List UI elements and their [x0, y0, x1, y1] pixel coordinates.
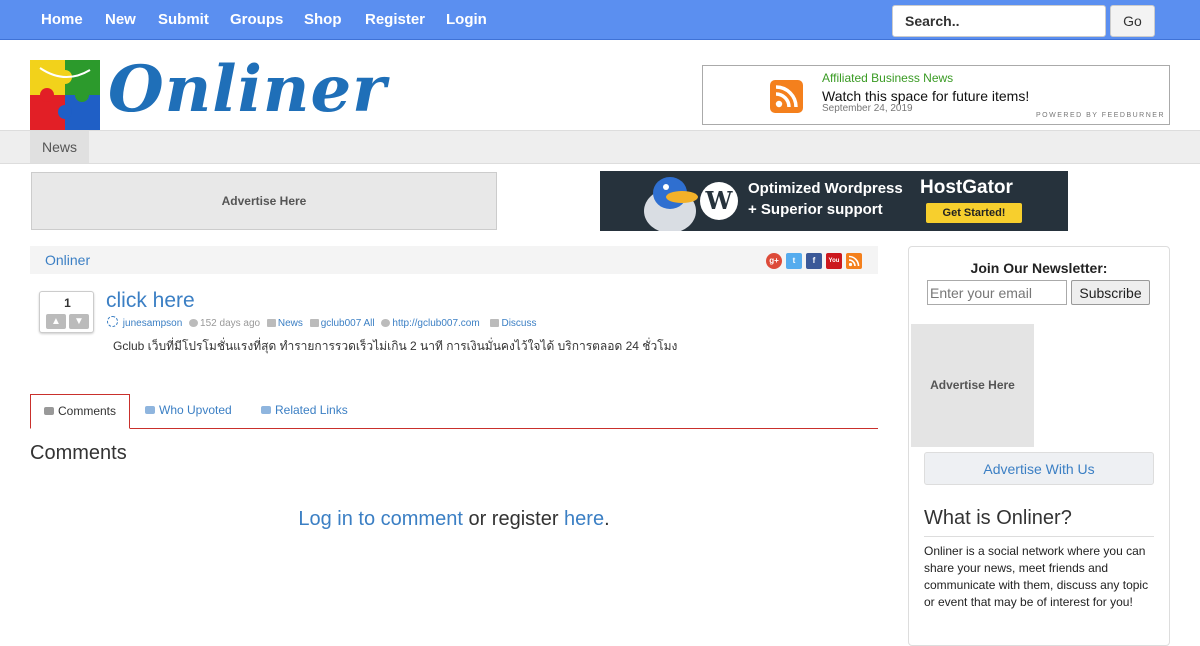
- vote-box: 1 ▲ ▼: [39, 291, 94, 333]
- sidebar: Join Our Newsletter: Subscribe Advertise…: [908, 246, 1170, 646]
- user-avatar-icon: [107, 316, 118, 327]
- thumbs-down-icon[interactable]: ▼: [69, 314, 89, 329]
- nav-groups-link[interactable]: Groups: [230, 0, 283, 40]
- subnav-news-tab[interactable]: News: [30, 131, 89, 163]
- login-to-comment-link[interactable]: Log in to comment: [298, 508, 463, 530]
- top-navbar: Home New Submit Groups Shop Register Log…: [0, 0, 1200, 40]
- story-discuss-link[interactable]: Discuss: [501, 318, 536, 329]
- ad-banner-line1: Optimized Wordpress: [748, 180, 903, 197]
- advertise-here-banner[interactable]: Advertise Here: [31, 172, 497, 230]
- login-to-comment-line: Log in to comment or register here.: [0, 508, 908, 531]
- story-meta: junesampson 152 days ago News gclub007 A…: [107, 316, 536, 329]
- or-register-text: or register: [462, 508, 565, 530]
- feed-powered-by: POWERED BY FEEDBURNER: [1036, 112, 1165, 119]
- search-go-button[interactable]: Go: [1110, 5, 1155, 37]
- thumbs-up-icon: [145, 406, 155, 414]
- breadcrumb: Onliner g+ t f You: [30, 246, 878, 274]
- feedburner-widget: Affiliated Business News Watch this spac…: [702, 65, 1170, 125]
- site-logo-text[interactable]: Onliner: [108, 52, 387, 127]
- tag-icon: [309, 319, 319, 327]
- thumbs-up-icon[interactable]: ▲: [46, 314, 66, 329]
- twitter-icon[interactable]: t: [786, 253, 802, 269]
- vote-count: 1: [64, 296, 71, 310]
- nav-login-link[interactable]: Login: [446, 0, 487, 40]
- what-is-onliner-heading: What is Onliner?: [924, 507, 1072, 529]
- ad-banner-line2: + Superior support: [748, 201, 883, 218]
- rss-icon: [770, 80, 803, 113]
- youtube-icon[interactable]: You: [826, 253, 842, 269]
- subscribe-button[interactable]: Subscribe: [1071, 280, 1150, 305]
- ad-banner-brand: HostGator: [920, 177, 1013, 198]
- wordpress-icon: W: [700, 182, 738, 220]
- login-line-end: .: [604, 508, 610, 530]
- comment-icon: [43, 407, 54, 415]
- nav-register-link[interactable]: Register: [365, 0, 425, 40]
- clock-icon: [189, 319, 199, 327]
- breadcrumb-onliner-link[interactable]: Onliner: [45, 252, 90, 268]
- tab-who-upvoted[interactable]: Who Upvoted: [145, 394, 232, 428]
- folder-icon: [266, 319, 276, 327]
- tab-comments-label: Comments: [57, 404, 116, 418]
- facebook-icon[interactable]: f: [806, 253, 822, 269]
- what-is-onliner-text: Onliner is a social network where you ca…: [924, 544, 1149, 609]
- register-here-link[interactable]: here: [564, 508, 604, 530]
- newsletter-title: Join Our Newsletter:: [970, 260, 1108, 276]
- comments-heading: Comments: [30, 442, 127, 464]
- newsletter-email-field[interactable]: [927, 280, 1067, 305]
- story-title-link[interactable]: click here: [106, 289, 195, 313]
- tab-related-links[interactable]: Related Links: [261, 394, 348, 428]
- advertise-with-us-button[interactable]: Advertise With Us: [924, 452, 1154, 485]
- story-description: Gclub เว็บที่มีโปรโมชั่นแรงที่สุด ทำรายก…: [113, 339, 678, 353]
- tab-related-links-label: Related Links: [275, 403, 348, 417]
- nav-shop-link[interactable]: Shop: [304, 0, 342, 40]
- what-divider: [924, 536, 1154, 537]
- search-input[interactable]: [892, 5, 1106, 37]
- tab-who-upvoted-label: Who Upvoted: [159, 403, 232, 417]
- nav-home-link[interactable]: Home: [41, 0, 83, 40]
- story-age: 152 days ago: [200, 318, 261, 329]
- tabs-divider: [30, 428, 878, 429]
- story-category-link[interactable]: News: [278, 318, 303, 329]
- ad-get-started-button[interactable]: Get Started!: [926, 203, 1022, 223]
- google-plus-icon[interactable]: g+: [766, 253, 782, 269]
- feed-item-link[interactable]: Watch this space for future items!: [822, 88, 1029, 104]
- sub-navbar: News: [0, 130, 1200, 164]
- feed-title[interactable]: Affiliated Business News: [822, 71, 953, 85]
- sidebar-ad[interactable]: Advertise Here: [911, 324, 1034, 447]
- nav-submit-link[interactable]: Submit: [158, 0, 209, 40]
- story-tags-link[interactable]: gclub007 All: [321, 318, 375, 329]
- comment-icon: [490, 319, 500, 327]
- nav-new-link[interactable]: New: [105, 0, 136, 40]
- puzzle-logo-icon[interactable]: [30, 60, 100, 130]
- feed-date: September 24, 2019: [822, 103, 913, 114]
- tag-icon: [261, 406, 271, 414]
- rss-icon[interactable]: [846, 253, 862, 269]
- hostgator-ad-banner[interactable]: W Optimized Wordpress + Superior support…: [600, 171, 1068, 231]
- story-author-link[interactable]: junesampson: [123, 318, 182, 329]
- globe-icon: [381, 319, 391, 327]
- story-url-link[interactable]: http://gclub007.com: [392, 318, 479, 329]
- tab-comments[interactable]: Comments: [30, 394, 130, 429]
